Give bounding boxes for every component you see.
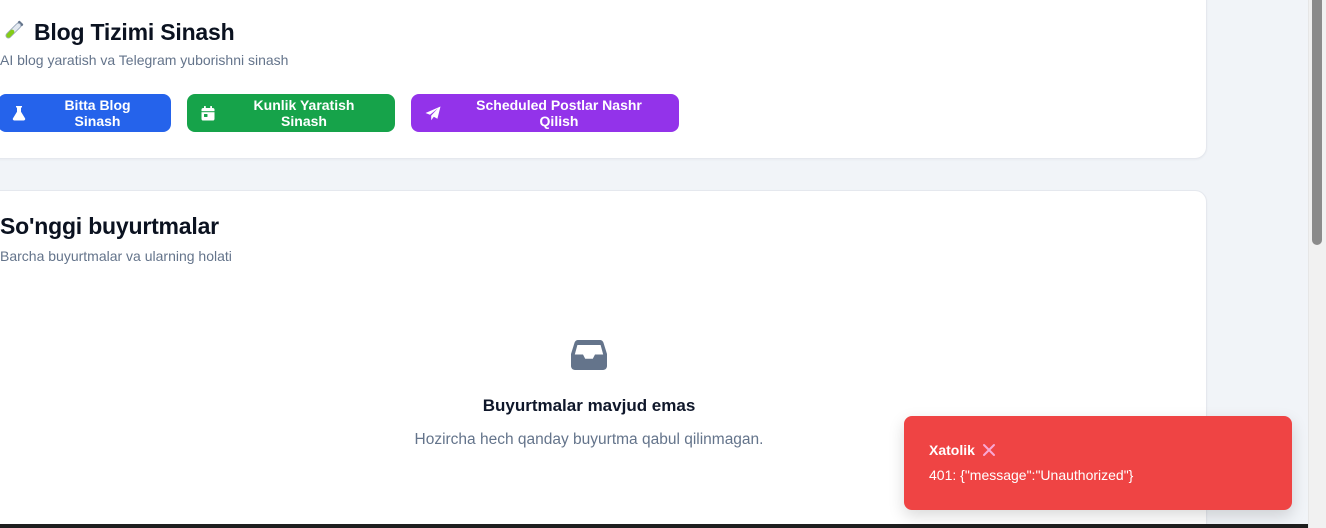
inbox-icon xyxy=(570,338,608,377)
test-tube-icon xyxy=(0,18,26,44)
scrollbar-thumb[interactable] xyxy=(1312,0,1322,245)
window-bottom-edge xyxy=(0,524,1308,528)
test-panel-title: Blog Tizimi Sinash xyxy=(0,18,235,46)
empty-orders-description: Hozircha hech qanday buyurtma qabul qili… xyxy=(414,431,764,448)
calendar-icon xyxy=(201,105,215,120)
test-panel-title-text: Blog Tizimi Sinash xyxy=(34,19,235,45)
vertical-scrollbar[interactable] xyxy=(1308,0,1326,528)
error-toast-title: Xatolik xyxy=(929,442,975,458)
single-blog-test-button[interactable]: Bitta Blog Sinash xyxy=(0,94,171,132)
error-toast-message: 401: {"message":"Unauthorized"} xyxy=(929,467,1134,483)
publish-scheduled-posts-label: Scheduled Postlar Nashr Qilish xyxy=(476,97,642,129)
close-icon[interactable] xyxy=(982,443,996,457)
publish-scheduled-posts-button[interactable]: Scheduled Postlar Nashr Qilish xyxy=(411,94,679,132)
test-panel-subtitle: AI blog yaratish va Telegram yuborishni … xyxy=(0,52,289,68)
empty-orders-title: Buyurtmalar mavjud emas xyxy=(482,396,696,415)
paper-plane-icon xyxy=(425,106,441,120)
error-toast[interactable]: Xatolik 401: {"message":"Unauthorized"} xyxy=(904,416,1292,510)
recent-orders-title: So'nggi buyurtmalar xyxy=(0,213,219,239)
error-toast-header: Xatolik xyxy=(929,442,1292,458)
single-blog-test-label: Bitta Blog Sinash xyxy=(64,97,131,129)
flask-icon xyxy=(12,106,26,121)
daily-generate-test-label: Kunlik Yaratish Sinash xyxy=(253,97,355,129)
daily-generate-test-button[interactable]: Kunlik Yaratish Sinash xyxy=(187,94,395,132)
recent-orders-subtitle: Barcha buyurtmalar va ularning holati xyxy=(0,248,232,264)
